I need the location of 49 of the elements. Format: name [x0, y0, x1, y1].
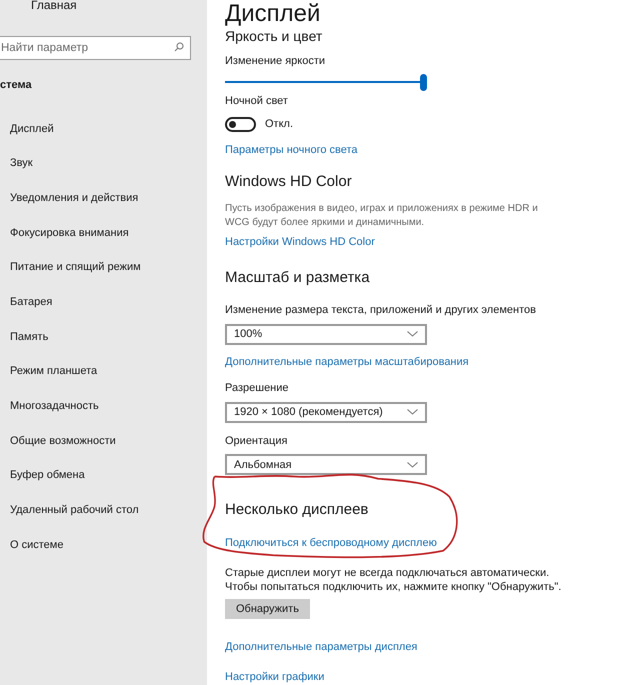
- label: Изменение яркости: [225, 54, 326, 69]
- chevron-down-icon: [407, 331, 418, 338]
- link[interactable]: Дополнительные параметры масштабирования: [225, 354, 469, 370]
- dropdown-value: Альбомная: [234, 458, 292, 473]
- sidebar-item[interactable]: Многозадачность: [0, 389, 207, 424]
- section-heading: Яркость и цвет: [225, 28, 322, 45]
- sidebar-item[interactable]: Удаленный рабочий стол: [0, 493, 207, 528]
- sidebar-item[interactable]: Звук: [0, 146, 207, 181]
- link[interactable]: Дополнительные параметры дисплея: [225, 639, 418, 656]
- link[interactable]: Настройки Windows HD Color: [225, 234, 375, 251]
- chevron-down-icon: [407, 409, 418, 416]
- search-icon[interactable]: [174, 42, 184, 52]
- home-link[interactable]: Главная: [0, 0, 77, 26]
- dropdown[interactable]: 100%: [225, 324, 427, 345]
- sidebar-item[interactable]: Дисплей: [0, 112, 207, 146]
- dropdown[interactable]: 1920 × 1080 (рекомендуется): [225, 402, 427, 423]
- link[interactable]: Настройки графики: [225, 668, 324, 685]
- toggle-switch[interactable]: [225, 116, 256, 132]
- chevron-down-icon: [407, 462, 418, 468]
- sidebar-item[interactable]: Уведомления и действия: [0, 180, 207, 216]
- detect-button[interactable]: Обнаружить: [225, 599, 310, 620]
- description: Пусть изображения в видео, играх и приложениях в режиме HDR и WCG будут более яркими и динамичными.: [225, 202, 539, 230]
- sidebar-item[interactable]: Общие возможности: [0, 424, 207, 458]
- note-text: Чтобы попытаться подключить их, нажмите кнопку "Обнаружить".: [225, 580, 562, 594]
- dropdown-value: 100%: [234, 327, 262, 342]
- label: Изменение размера текста, приложений и других элементов: [225, 303, 536, 318]
- brightness-slider[interactable]: [225, 76, 427, 88]
- sidebar-item[interactable]: Батарея: [0, 284, 207, 320]
- link[interactable]: Параметры ночного света: [225, 142, 358, 159]
- sidebar-item[interactable]: Фокусировка внимания: [0, 216, 207, 250]
- link[interactable]: Подключиться к беспроводному дисплею: [225, 534, 437, 552]
- dropdown-value: 1920 × 1080 (рекомендуется): [234, 405, 383, 420]
- sidebar-item[interactable]: Буфер обмена: [0, 458, 207, 494]
- section-heading: стема: [0, 78, 32, 93]
- label: Разрешение: [225, 381, 289, 396]
- sidebar-item[interactable]: Режим планшета: [0, 354, 207, 389]
- label: Ночной свет: [225, 94, 288, 110]
- label: Ориентация: [225, 434, 288, 449]
- section-heading: Масштаб и разметка: [225, 268, 370, 288]
- note-text: Старые дисплеи могут не всегда подключаться автоматически.: [225, 566, 550, 580]
- toggle-state: Откл.: [265, 116, 294, 132]
- section-heading: Windows HD Color: [225, 172, 352, 192]
- sidebar-item[interactable]: Память: [0, 320, 207, 354]
- section-heading: Несколько дисплеев: [225, 500, 368, 520]
- sidebar-item[interactable]: Питание и спящий режим: [0, 250, 207, 285]
- dropdown[interactable]: Альбомная: [225, 454, 427, 476]
- page-title: Дисплей: [225, 0, 320, 27]
- sidebar-item[interactable]: О системе: [0, 528, 207, 562]
- search-field[interactable]: Найти параметр: [0, 36, 191, 60]
